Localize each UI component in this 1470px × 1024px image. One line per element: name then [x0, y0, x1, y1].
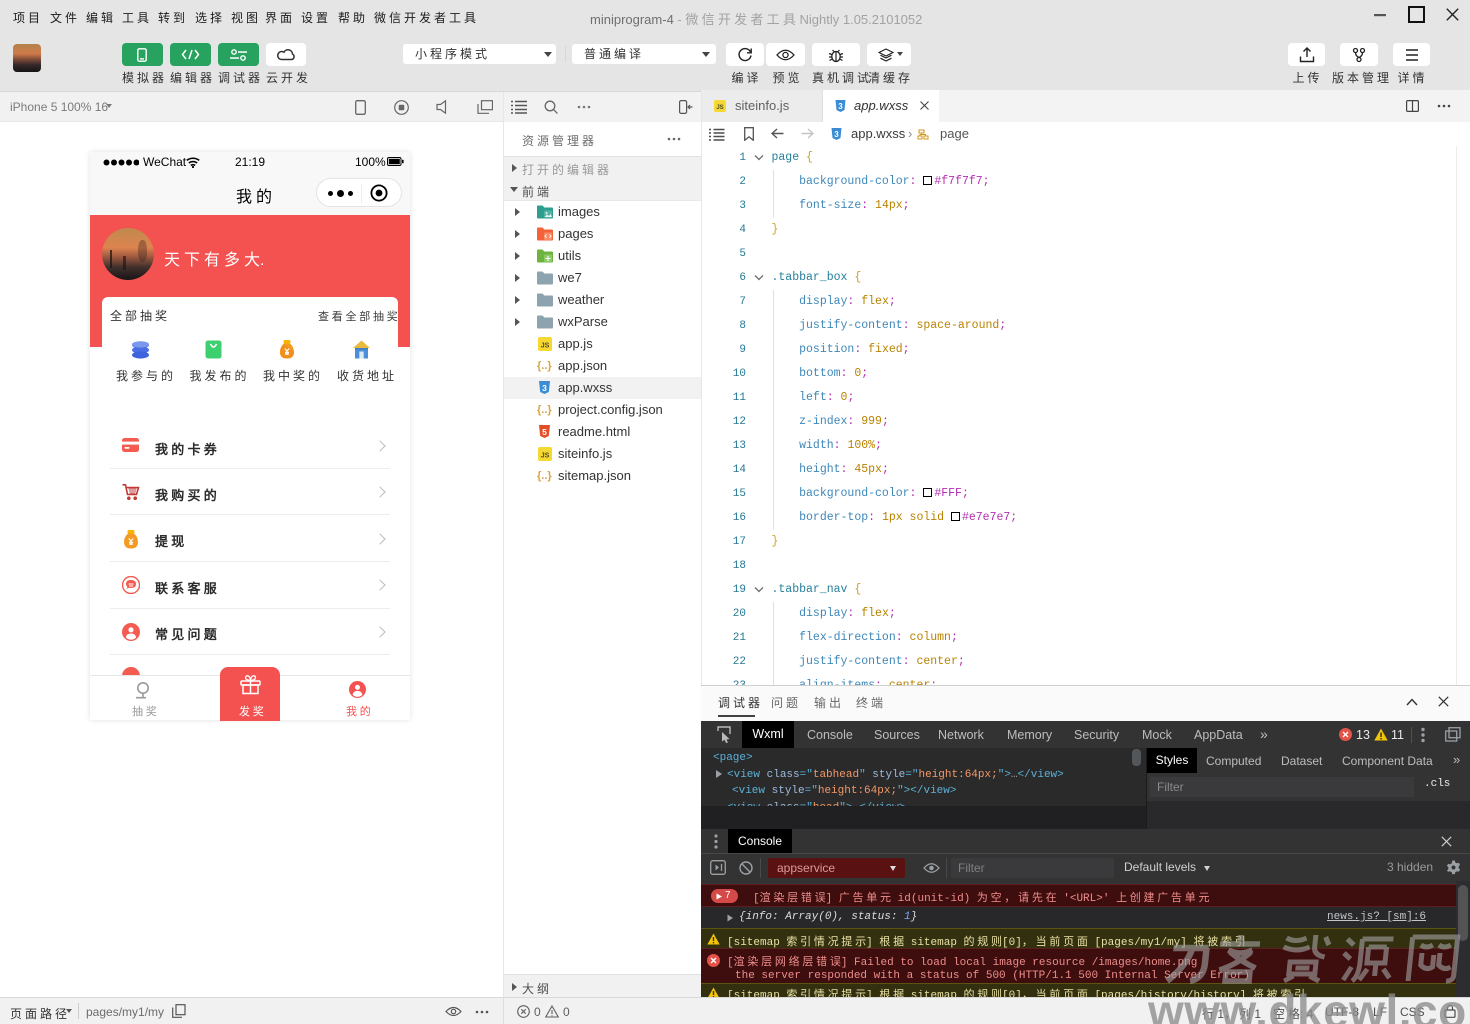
svg-text:3: 3 — [838, 102, 843, 111]
svg-text:5: 5 — [542, 427, 547, 437]
svg-text:3: 3 — [834, 130, 839, 139]
svg-text:JS: JS — [716, 105, 723, 111]
svg-text:JS: JS — [541, 343, 550, 350]
svg-text:JS: JS — [541, 453, 550, 460]
svg-text:3: 3 — [542, 383, 547, 393]
